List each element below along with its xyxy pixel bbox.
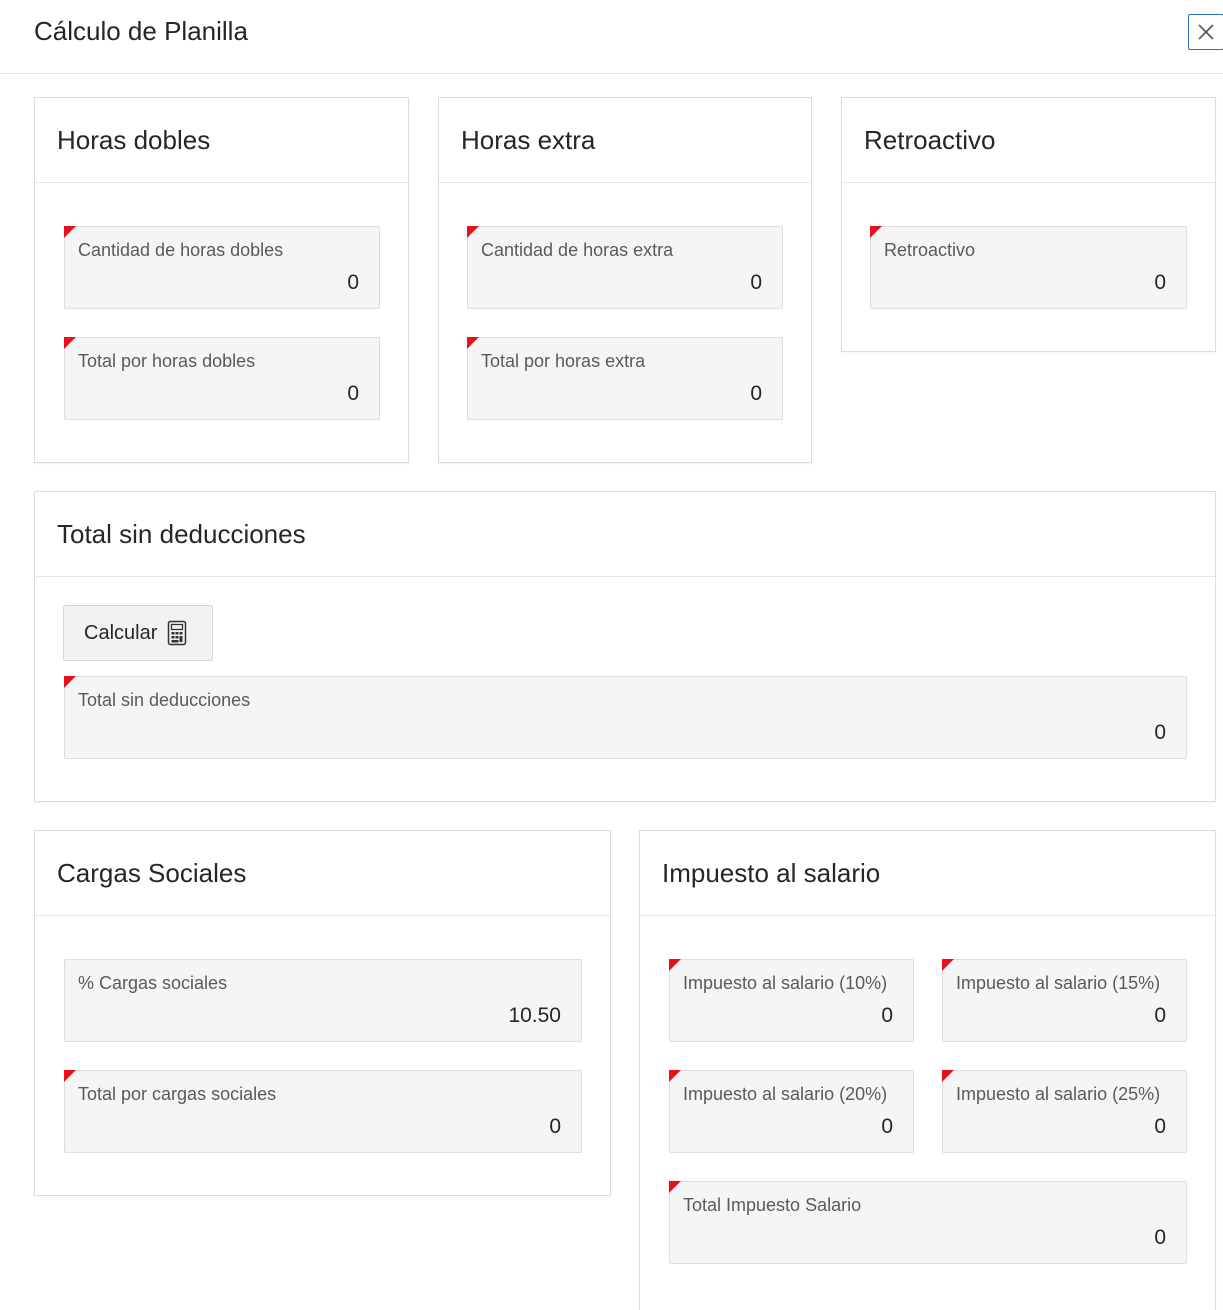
region-title: Impuesto al salario: [662, 858, 881, 888]
field-label: Impuesto al salario (15%): [956, 973, 1161, 993]
calcular-button[interactable]: Calcular: [63, 605, 213, 661]
required-flag: [870, 226, 882, 238]
close-button[interactable]: [1188, 14, 1223, 50]
field-label: Total por horas extra: [481, 351, 646, 371]
region-title: Horas extra: [461, 125, 596, 155]
impuesto-10-field[interactable]: Impuesto al salario (10%) 0: [669, 959, 914, 1042]
region-title: Retroactivo: [864, 125, 996, 155]
region-title: Horas dobles: [57, 125, 211, 155]
field-value: 0: [881, 1004, 893, 1027]
field-value: 0: [1154, 1115, 1166, 1138]
region-impuesto-salario: Impuesto al salario Impuesto al salario …: [639, 830, 1216, 1310]
region-header: Horas dobles: [35, 98, 408, 183]
region-header: Retroactivo: [842, 98, 1215, 183]
cantidad-horas-extra-field[interactable]: Cantidad de horas extra 0: [467, 226, 783, 309]
button-label: Calcular: [84, 621, 158, 644]
total-horas-extra-field[interactable]: Total por horas extra 0: [467, 337, 783, 420]
field-label: Total por cargas sociales: [78, 1084, 277, 1104]
field-value: 0: [1154, 271, 1166, 294]
required-flag: [467, 337, 479, 349]
field-label: Impuesto al salario (20%): [683, 1084, 888, 1104]
required-flag: [64, 337, 76, 349]
required-flag: [669, 959, 681, 971]
required-flag: [64, 676, 76, 688]
retroactivo-field[interactable]: Retroactivo 0: [870, 226, 1187, 309]
dialog-title: Cálculo de Planilla: [34, 16, 248, 46]
field-value: 0: [1154, 1226, 1166, 1249]
total-sin-deducciones-field[interactable]: Total sin deducciones 0: [64, 676, 1187, 759]
required-flag: [669, 1070, 681, 1082]
field-value: 0: [1154, 721, 1166, 744]
field-value: 0: [750, 271, 762, 294]
dialog-header: Cálculo de Planilla: [0, 0, 1223, 74]
field-value: 0: [1154, 1004, 1166, 1027]
region-total-sin-deducciones: Total sin deducciones Calcular Total sin…: [34, 491, 1216, 802]
field-label: Impuesto al salario (25%): [956, 1084, 1161, 1104]
field-label: % Cargas sociales: [78, 973, 228, 993]
total-impuesto-salario-field[interactable]: Total Impuesto Salario 0: [669, 1181, 1187, 1264]
region-header: Cargas Sociales: [35, 831, 610, 916]
field-value: 0: [347, 271, 359, 294]
field-label: Total sin deducciones: [78, 690, 251, 710]
total-horas-dobles-field[interactable]: Total por horas dobles 0: [64, 337, 380, 420]
impuesto-20-field[interactable]: Impuesto al salario (20%) 0: [669, 1070, 914, 1153]
field-value: 0: [750, 382, 762, 405]
field-value: 0: [549, 1115, 561, 1138]
region-header: Impuesto al salario: [640, 831, 1215, 916]
field-label: Total Impuesto Salario: [683, 1195, 862, 1215]
calculator-icon: [168, 620, 187, 646]
required-flag: [669, 1181, 681, 1193]
field-value: 0: [881, 1115, 893, 1138]
field-label: Impuesto al salario (10%): [683, 973, 888, 993]
region-cargas-sociales: Cargas Sociales % Cargas sociales 10.50 …: [34, 830, 611, 1196]
required-flag: [64, 1070, 76, 1082]
cantidad-horas-dobles-field[interactable]: Cantidad de horas dobles 0: [64, 226, 380, 309]
field-label: Cantidad de horas dobles: [78, 240, 284, 260]
required-flag: [64, 226, 76, 238]
region-horas-extra: Horas extra Cantidad de horas extra 0 To…: [438, 97, 812, 463]
field-label: Total por horas dobles: [78, 351, 256, 371]
region-title: Total sin deducciones: [57, 519, 306, 549]
field-value: 0: [347, 382, 359, 405]
close-icon: [1198, 24, 1214, 40]
region-header: Total sin deducciones: [35, 492, 1215, 577]
field-label: Retroactivo: [884, 240, 976, 260]
field-value: 10.50: [508, 1004, 561, 1027]
required-flag: [467, 226, 479, 238]
total-cargas-sociales-field[interactable]: Total por cargas sociales 0: [64, 1070, 582, 1153]
impuesto-15-field[interactable]: Impuesto al salario (15%) 0: [942, 959, 1187, 1042]
region-horas-dobles: Horas dobles Cantidad de horas dobles 0 …: [34, 97, 409, 463]
region-header: Horas extra: [439, 98, 811, 183]
region-retroactivo: Retroactivo Retroactivo 0: [841, 97, 1216, 352]
porcentaje-cargas-sociales-field[interactable]: % Cargas sociales 10.50: [64, 959, 582, 1042]
impuesto-25-field[interactable]: Impuesto al salario (25%) 0: [942, 1070, 1187, 1153]
region-title: Cargas Sociales: [57, 858, 247, 888]
required-flag: [942, 959, 954, 971]
field-label: Cantidad de horas extra: [481, 240, 674, 260]
required-flag: [942, 1070, 954, 1082]
